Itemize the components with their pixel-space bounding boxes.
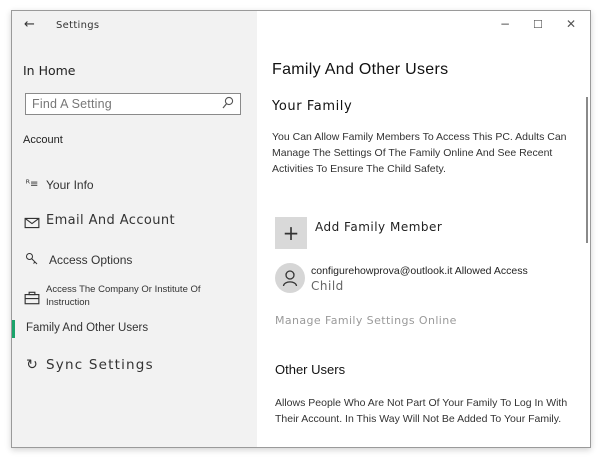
- other-users-heading: Other Users: [275, 362, 346, 377]
- scrollbar[interactable]: [586, 97, 588, 243]
- person-icon: [282, 270, 298, 287]
- add-family-member-label[interactable]: Add Family Member: [315, 220, 442, 234]
- sidebar-item-family[interactable]: Family And Other Users: [12, 314, 257, 348]
- close-button[interactable]: ✕: [566, 17, 576, 31]
- page-title: Family And Other Users: [272, 61, 449, 78]
- briefcase-icon: [24, 291, 40, 305]
- main-content: − ☐ ✕ Family And Other Users Your Family…: [257, 11, 590, 447]
- back-arrow-icon[interactable]: ←: [24, 17, 35, 32]
- minimize-button[interactable]: −: [500, 17, 510, 31]
- key-icon: [26, 253, 38, 265]
- your-family-heading: Your Family: [272, 99, 353, 114]
- sidebar-item-sync[interactable]: ↻ Sync Settings: [12, 351, 257, 385]
- other-users-description: Allows People Who Are Not Part Of Your F…: [275, 397, 568, 425]
- manage-family-link[interactable]: Manage Family Settings Online: [275, 314, 457, 327]
- user-list-icon: ᴿ≡: [25, 179, 39, 190]
- app-title: Settings: [56, 20, 100, 31]
- sidebar-item-your-info[interactable]: ᴿ≡ Your Info: [12, 171, 257, 205]
- home-link[interactable]: In Home: [23, 63, 76, 78]
- avatar[interactable]: [275, 263, 305, 293]
- sidebar-item-access-options[interactable]: Access Options: [12, 245, 257, 279]
- add-family-member-button[interactable]: +: [275, 217, 307, 249]
- plus-icon: +: [282, 221, 300, 245]
- search-box[interactable]: Find A Setting: [25, 93, 241, 115]
- your-family-description: You Can Allow Family Members To Access T…: [272, 131, 567, 175]
- family-icon: Family And Other Users: [26, 322, 149, 334]
- member-email[interactable]: configurehowprova@outlook.it Allowed Acc…: [311, 265, 528, 277]
- member-role: Child: [311, 279, 344, 293]
- maximize-button[interactable]: ☐: [533, 18, 543, 31]
- mail-icon: [24, 217, 40, 229]
- sync-icon: ↻: [26, 357, 38, 373]
- section-label-account: Account: [23, 134, 63, 146]
- search-icon[interactable]: [222, 96, 234, 110]
- sidebar-item-email[interactable]: Email And Account: [12, 208, 257, 242]
- search-input[interactable]: Find A Setting: [32, 97, 112, 111]
- settings-window: ← Settings In Home Find A Setting Accoun…: [11, 10, 591, 448]
- sidebar: ← Settings In Home Find A Setting Accoun…: [12, 11, 257, 447]
